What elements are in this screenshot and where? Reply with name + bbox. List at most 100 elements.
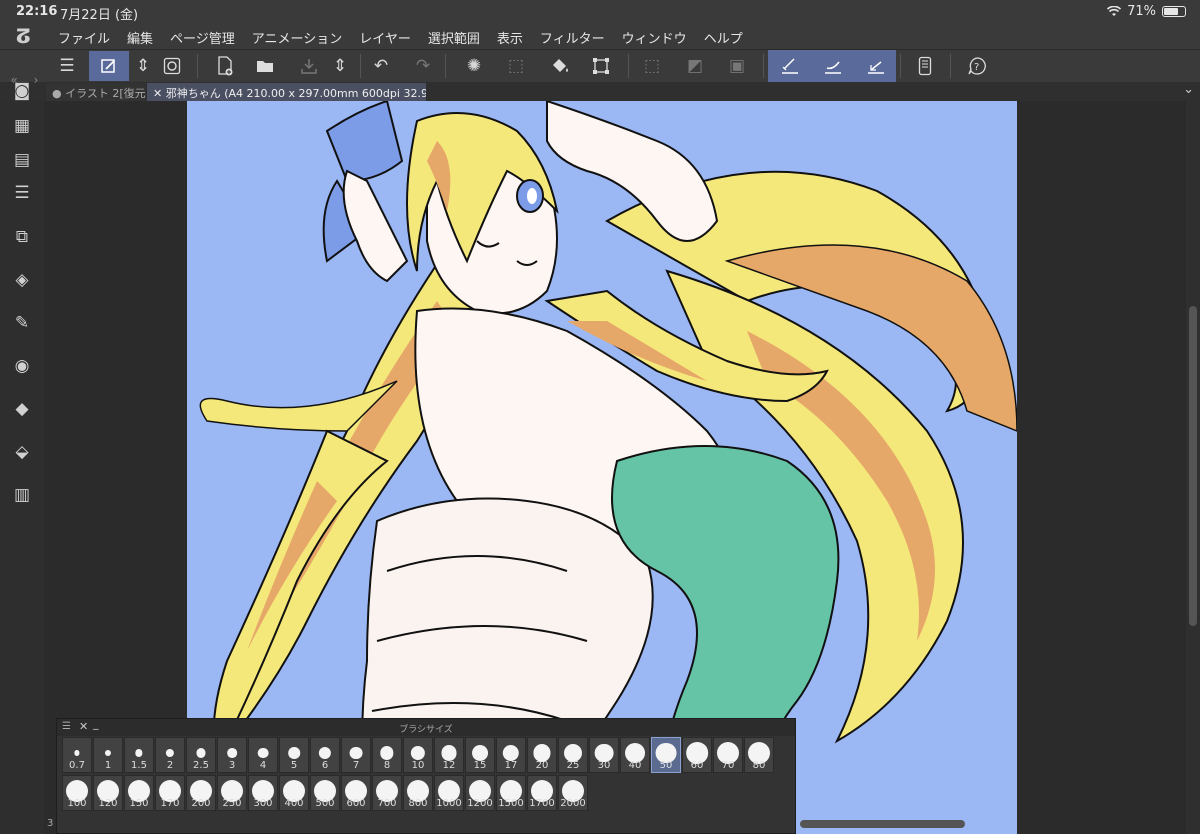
menu-filter[interactable]: フィルター xyxy=(540,28,605,47)
up-down-icon-2[interactable]: ⇕ xyxy=(325,51,355,81)
brush-size-300[interactable]: 300 xyxy=(248,775,278,811)
brush-size-5[interactable]: 5 xyxy=(279,737,309,773)
brush-size-600[interactable]: 600 xyxy=(341,775,371,811)
tab-illust-2[interactable]: ● イラスト 2[復元 xyxy=(46,83,146,101)
layer-property-icon[interactable]: ☰ xyxy=(10,181,34,205)
brush-size-1500[interactable]: 1500 xyxy=(496,775,526,811)
brush-size-400[interactable]: 400 xyxy=(279,775,309,811)
menu-page[interactable]: ページ管理 xyxy=(170,28,235,47)
brush-size-7[interactable]: 7 xyxy=(341,737,371,773)
snap-grid-icon[interactable] xyxy=(861,51,891,81)
loading-icon[interactable]: ✺ xyxy=(459,51,489,81)
brush-size-2-5[interactable]: 2.5 xyxy=(186,737,216,773)
snap-ruler-icon[interactable] xyxy=(775,51,805,81)
brush-size-170[interactable]: 170 xyxy=(155,775,185,811)
animation-icon[interactable]: ▤ xyxy=(10,148,34,172)
menu-icon[interactable]: ☰ xyxy=(52,51,82,81)
brush-size-50[interactable]: 50 xyxy=(651,737,681,773)
deselect-icon[interactable]: ⬚ xyxy=(637,51,667,81)
brush-dot xyxy=(288,747,300,759)
menu-animation[interactable]: アニメーション xyxy=(252,28,342,47)
brush-size-1700[interactable]: 1700 xyxy=(527,775,557,811)
brush-size-100[interactable]: 100 xyxy=(62,775,92,811)
eraser-settings-icon[interactable]: ◆ xyxy=(10,397,34,421)
chevron-down-icon[interactable]: ⌄ xyxy=(1183,82,1194,97)
brush-size-40[interactable]: 40 xyxy=(620,737,650,773)
menu-help[interactable]: ヘルプ xyxy=(704,28,743,47)
simple-mode-icon[interactable] xyxy=(89,51,129,81)
brush-size-17[interactable]: 17 xyxy=(496,737,526,773)
save-icon[interactable] xyxy=(294,51,324,81)
smartphone-icon[interactable] xyxy=(910,51,940,81)
brush-size-label: 250 xyxy=(222,798,242,809)
brush-size-15[interactable]: 15 xyxy=(465,737,495,773)
brush-size-4[interactable]: 4 xyxy=(248,737,278,773)
material-icon[interactable]: ⧉ xyxy=(10,225,34,249)
pen-tool-icon[interactable]: ✎ xyxy=(10,311,34,335)
scroll-thumb[interactable] xyxy=(1189,306,1197,626)
brush-size-6[interactable]: 6 xyxy=(310,737,340,773)
fill-settings-icon[interactable]: ⬙ xyxy=(10,440,34,464)
brush-size-500[interactable]: 500 xyxy=(310,775,340,811)
brush-size-700[interactable]: 700 xyxy=(372,775,402,811)
brush-size-20[interactable]: 20 xyxy=(527,737,557,773)
vertical-scrollbar[interactable] xyxy=(1186,101,1200,834)
menu-view[interactable]: 表示 xyxy=(497,28,523,47)
brush-size-3[interactable]: 3 xyxy=(217,737,247,773)
brush-size-30[interactable]: 30 xyxy=(589,737,619,773)
brush-size-200[interactable]: 200 xyxy=(186,775,216,811)
help-icon[interactable]: ? xyxy=(962,51,992,81)
invert-selection-icon[interactable]: ◩ xyxy=(680,51,710,81)
color-palette-icon[interactable]: ▦ xyxy=(10,114,34,138)
sub-tool-icon[interactable]: ◉ xyxy=(10,354,34,378)
fill-icon[interactable] xyxy=(545,51,575,81)
brush-size-label: 1700 xyxy=(529,798,555,809)
open-file-icon[interactable] xyxy=(251,51,281,81)
brush-size-1[interactable]: 1 xyxy=(93,737,123,773)
brush-dot xyxy=(441,745,457,761)
brush-size-1-5[interactable]: 1.5 xyxy=(124,737,154,773)
transform-icon[interactable] xyxy=(586,51,616,81)
tab-jashin-chan[interactable]: ✕ 邪神ちゃん (A4 210.00 x 297.00mm 600dpi 32.… xyxy=(147,83,426,101)
scroll-thumb[interactable] xyxy=(800,820,965,828)
clip-studio-icon[interactable] xyxy=(157,51,187,81)
layers-icon[interactable]: ◈ xyxy=(10,268,34,292)
brush-size-800[interactable]: 800 xyxy=(403,775,433,811)
brush-size-25[interactable]: 25 xyxy=(558,737,588,773)
brush-size-2[interactable]: 2 xyxy=(155,737,185,773)
brush-size-60[interactable]: 60 xyxy=(682,737,712,773)
show-selection-icon[interactable]: ▣ xyxy=(722,51,752,81)
menu-edit[interactable]: 編集 xyxy=(127,28,153,47)
tab-bar: ● イラスト 2[復元 ✕ 邪神ちゃん (A4 210.00 x 297.00m… xyxy=(0,82,1200,101)
brush-dot xyxy=(196,748,206,758)
navigator-icon[interactable]: ◙ xyxy=(10,79,34,103)
wifi-icon xyxy=(1107,6,1122,16)
brush-size-120[interactable]: 120 xyxy=(93,775,123,811)
new-file-icon[interactable] xyxy=(210,51,240,81)
brush-size-80[interactable]: 80 xyxy=(744,737,774,773)
menu-selection[interactable]: 選択範囲 xyxy=(428,28,480,47)
brush-dot xyxy=(472,745,488,761)
clear-selection-icon[interactable]: ⬚ xyxy=(501,51,531,81)
brush-size-1200[interactable]: 1200 xyxy=(465,775,495,811)
brush-size-1000[interactable]: 1000 xyxy=(434,775,464,811)
brush-size-70[interactable]: 70 xyxy=(713,737,743,773)
brush-size-2000[interactable]: 2000 xyxy=(558,775,588,811)
redo-icon[interactable]: ↷ xyxy=(408,51,438,81)
brush-size-0-7[interactable]: 0.7 xyxy=(62,737,92,773)
calendar-grid-icon[interactable]: ▥ xyxy=(10,483,34,507)
snap-special-ruler-icon[interactable] xyxy=(818,51,848,81)
menu-file[interactable]: ファイル xyxy=(58,28,110,47)
brush-size-250[interactable]: 250 xyxy=(217,775,247,811)
menu-window[interactable]: ウィンドウ xyxy=(622,28,687,47)
undo-icon[interactable]: ↶ xyxy=(366,51,396,81)
up-down-icon[interactable]: ⇕ xyxy=(128,51,158,81)
brush-size-12[interactable]: 12 xyxy=(434,737,464,773)
clip-studio-logo-icon[interactable]: ⵒ xyxy=(16,25,31,47)
horizontal-scrollbar[interactable] xyxy=(800,817,1186,831)
menu-layer[interactable]: レイヤー xyxy=(359,28,411,47)
brush-size-150[interactable]: 150 xyxy=(124,775,154,811)
brush-size-8[interactable]: 8 xyxy=(372,737,402,773)
brush-size-label: 300 xyxy=(253,798,273,809)
brush-size-10[interactable]: 10 xyxy=(403,737,433,773)
